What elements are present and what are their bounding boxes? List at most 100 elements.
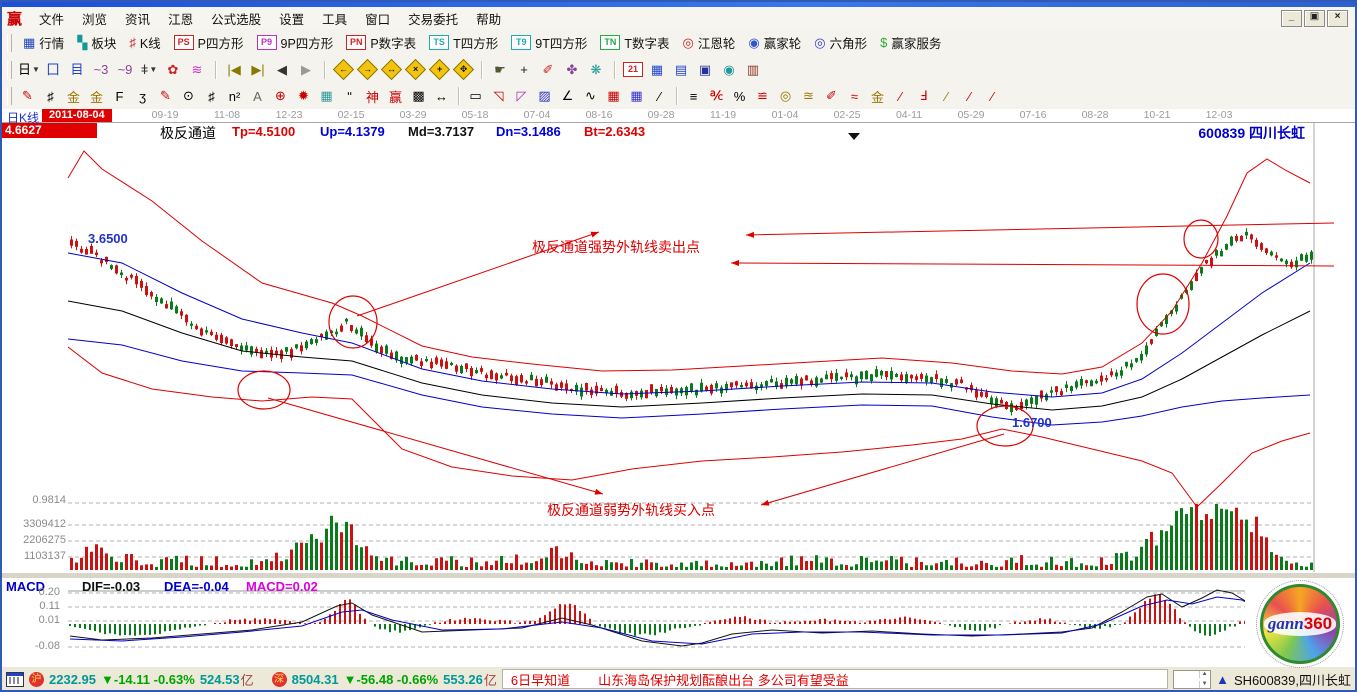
wave9-button[interactable]: ~9 xyxy=(114,60,136,80)
draw-tool-button-13[interactable]: ▦ xyxy=(315,86,338,106)
calendar-button[interactable]: 21 xyxy=(622,60,644,80)
menu-item-5[interactable]: 设置 xyxy=(270,7,313,30)
dia-left-button[interactable]: ← xyxy=(332,60,354,80)
menu-item-0[interactable]: 文件 xyxy=(30,7,73,30)
crosshair-button[interactable]: + xyxy=(513,60,535,80)
candle-style-button[interactable]: ǂ▼ xyxy=(138,60,160,80)
dia-plus-button[interactable]: + xyxy=(428,60,450,80)
calendar-status-icon[interactable] xyxy=(6,672,24,687)
draw-tool-button-33[interactable]: ≌ xyxy=(751,86,774,106)
menu-item-2[interactable]: 资讯 xyxy=(116,7,159,30)
draw-tool-button-26[interactable]: ▦ xyxy=(602,86,625,106)
draw-tool-button-11[interactable]: ⊕ xyxy=(269,86,292,106)
menu-item-7[interactable]: 窗口 xyxy=(356,7,399,30)
draw-tool-button-3[interactable]: 金 xyxy=(85,86,108,106)
draw-tool-button-37[interactable]: ≈ xyxy=(843,86,866,106)
draw-tool-button-12[interactable]: ✹ xyxy=(292,86,315,106)
notepad-button[interactable]: ▤ xyxy=(670,60,692,80)
draw-tool-button-17[interactable]: ▩ xyxy=(407,86,430,106)
menu-item-4[interactable]: 公式选股 xyxy=(202,7,270,30)
draw-tool-button-22[interactable]: ◸ xyxy=(510,86,533,106)
remote-button[interactable]: ▥ xyxy=(742,60,764,80)
period-day-button[interactable]: 日▼ xyxy=(18,60,40,80)
draw-tool-button-18[interactable]: ↔ xyxy=(430,86,453,106)
9t-square-button[interactable]: T99T四方形 xyxy=(505,31,593,54)
draw-tool-button-43[interactable]: ∕ xyxy=(981,86,1004,106)
draw-tool-button-9[interactable]: n² xyxy=(223,86,246,106)
draw-tool-button-23[interactable]: ▨ xyxy=(533,86,556,106)
gann-wheel-button[interactable]: ◎江恩轮 xyxy=(677,31,742,54)
draw-tool-button-8[interactable]: ♯ xyxy=(200,86,223,106)
next-button[interactable]: ▶ xyxy=(295,60,317,80)
kline-button[interactable]: ♯K线 xyxy=(123,31,166,54)
menu-item-3[interactable]: 江恩 xyxy=(159,7,202,30)
pattern-button[interactable]: ✿ xyxy=(162,60,184,80)
draw-tool-button-25[interactable]: ∿ xyxy=(579,86,602,106)
draw-tool-button-0[interactable]: ✎ xyxy=(16,86,39,106)
p-number-button[interactable]: PNP数字表 xyxy=(340,31,422,54)
menu-item-9[interactable]: 帮助 xyxy=(467,7,510,30)
spinner-up-icon[interactable]: ▲ xyxy=(1199,671,1209,678)
tool-purple-button[interactable]: ✤ xyxy=(561,60,583,80)
close-button[interactable]: × xyxy=(1327,10,1348,27)
restore-button[interactable]: ▣ xyxy=(1304,10,1325,27)
draw-tool-button-36[interactable]: ✐ xyxy=(820,86,843,106)
9p-square-button[interactable]: P99P四方形 xyxy=(251,31,340,54)
draw-tool-button-34[interactable]: ◎ xyxy=(774,86,797,106)
draw-tool-button-5[interactable]: ʒ xyxy=(131,86,154,106)
service-button[interactable]: $赢家服务 xyxy=(874,31,947,54)
draw-tool-button-2[interactable]: 金 xyxy=(62,86,85,106)
menu-item-1[interactable]: 浏览 xyxy=(73,7,116,30)
dia-right-button[interactable]: → xyxy=(356,60,378,80)
draw-tool-button-27[interactable]: ▦ xyxy=(625,86,648,106)
symbol-spinner[interactable]: ▲ ▼ xyxy=(1173,670,1211,689)
draw-tool-button-10[interactable]: A xyxy=(246,86,269,106)
p-square-button[interactable]: PSP四方形 xyxy=(168,31,250,54)
minimize-button[interactable]: _ xyxy=(1281,10,1302,27)
draw-tool-button-38[interactable]: 金 xyxy=(866,86,889,106)
draw-tool-button-40[interactable]: Ⅎ xyxy=(912,86,935,106)
draw-tool-button-21[interactable]: ◹ xyxy=(487,86,510,106)
draw-tool-button-35[interactable]: ≊ xyxy=(797,86,820,106)
quotes-button[interactable]: ▦行情 xyxy=(17,31,70,54)
tool-teal-button[interactable]: ❋ xyxy=(585,60,607,80)
draw-tool-button-1[interactable]: ♯ xyxy=(39,86,62,106)
t-square-button[interactable]: TST四方形 xyxy=(423,31,504,54)
draw-tool-button-42[interactable]: ∕ xyxy=(958,86,981,106)
tick-chart-button[interactable]: ≋ xyxy=(186,60,208,80)
spinner-down-icon[interactable]: ▼ xyxy=(1199,681,1209,688)
sectors-button[interactable]: ▚板块 xyxy=(71,31,122,54)
mark-pin-button[interactable]: ✐ xyxy=(537,60,559,80)
draw-tool-button-24[interactable]: ∠ xyxy=(556,86,579,106)
calculator-button[interactable]: ▦ xyxy=(646,60,668,80)
draw-tool-button-31[interactable]: ℀ xyxy=(705,86,728,106)
network-button[interactable]: ◉ xyxy=(718,60,740,80)
draw-tool-button-14[interactable]: ʺ xyxy=(338,86,361,106)
zone-select-button[interactable]: 囗 xyxy=(42,60,64,80)
last-button[interactable]: ▶| xyxy=(247,60,269,80)
winner-wheel-button[interactable]: ◉赢家轮 xyxy=(742,31,807,54)
dia-cross-button[interactable]: × xyxy=(404,60,426,80)
dia-both-button[interactable]: ↔ xyxy=(380,60,402,80)
draw-tool-button-15[interactable]: 神 xyxy=(361,86,384,106)
dia-all-button[interactable]: ✥ xyxy=(452,60,474,80)
wave3-button[interactable]: ~3 xyxy=(90,60,112,80)
prev-button[interactable]: ◀ xyxy=(271,60,293,80)
draw-tool-button-41[interactable]: ∕ xyxy=(935,86,958,106)
draw-tool-button-6[interactable]: ✎ xyxy=(154,86,177,106)
draw-tool-button-7[interactable]: ⊙ xyxy=(177,86,200,106)
draw-tool-button-20[interactable]: ▭ xyxy=(464,86,487,106)
menu-item-8[interactable]: 交易委托 xyxy=(399,7,467,30)
draw-tool-button-30[interactable]: ≡ xyxy=(682,86,705,106)
draw-tool-button-39[interactable]: ∕ xyxy=(889,86,912,106)
hexagon-button[interactable]: ◎六角形 xyxy=(808,31,873,54)
menu-item-6[interactable]: 工具 xyxy=(313,7,356,30)
draw-tool-button-16[interactable]: 赢 xyxy=(384,86,407,106)
first-button[interactable]: |◀ xyxy=(223,60,245,80)
draw-tool-button-4[interactable]: F xyxy=(108,86,131,106)
save-button[interactable]: ▣ xyxy=(694,60,716,80)
draw-tool-button-28[interactable]: ∕ xyxy=(648,86,671,106)
draw-tool-button-32[interactable]: % xyxy=(728,86,751,106)
info-list-button[interactable]: 目 xyxy=(66,60,88,80)
news-ticker[interactable]: 6日早知道 山东海岛保护规划酝酿出台 多公司有望受益 xyxy=(502,669,1168,689)
